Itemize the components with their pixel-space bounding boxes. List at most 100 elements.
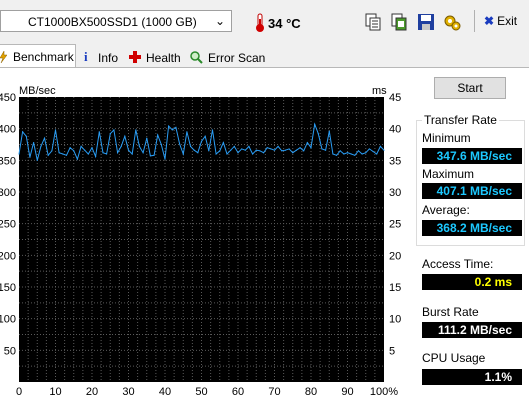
data-point [76,158,78,160]
exit-button[interactable]: ✖ Exit [484,14,517,28]
data-point [292,152,294,154]
right-tick-label: 45 [389,92,401,104]
data-point [303,150,305,152]
data-point [332,153,334,155]
data-point [208,150,210,152]
data-point [120,145,122,147]
access-time-value: 0.2 ms [422,274,522,290]
options-icon[interactable] [443,13,461,31]
data-point [288,148,290,150]
cpu-usage-value: 1.1% [422,369,522,385]
data-point [255,149,257,151]
left-axis-ticks: 450 400 350 300 250 200 150 100 50 [0,92,16,357]
drive-select-value: CT1000BX500SSD1 (1000 GB) [28,15,197,29]
data-point [98,131,100,133]
data-point [160,143,162,146]
data-point [65,154,68,156]
data-point [354,154,356,156]
left-axis-unit: MB/sec [19,85,56,97]
data-point [379,145,381,147]
data-point [321,148,323,150]
start-button[interactable]: Start [434,77,506,99]
data-point [372,150,374,153]
data-point [157,134,159,136]
exit-label: Exit [497,14,518,28]
magnifier-icon [190,51,203,64]
data-point [339,150,341,152]
tab-health[interactable]: Health [129,46,184,68]
data-point [361,153,363,155]
data-point [262,152,265,154]
tab-bar: Benchmark i Info Health Error Scan [0,44,529,68]
data-point [325,149,327,151]
x-tick-label: 60 [232,386,244,398]
tab-info[interactable]: i Info [84,46,124,68]
x-tick-label: 30 [122,386,134,398]
right-tick-label: 5 [389,345,395,357]
data-point [252,153,254,155]
data-point [95,155,97,158]
transfer-rate-chart: 45040035030025020015010050 4540353025201… [0,85,401,398]
burst-rate-label: Burst Rate [422,305,479,319]
data-point [62,153,64,155]
data-point [179,143,181,145]
data-point [244,149,246,151]
data-point [200,140,203,142]
data-point [204,135,206,137]
data-point [29,156,31,158]
data-point [237,152,239,154]
data-point [284,149,287,151]
data-point [54,129,57,131]
data-point [270,148,272,150]
data-point [222,142,224,144]
save-icon[interactable] [417,13,435,31]
data-point [230,149,232,151]
right-tick-label: 30 [389,187,401,199]
x-tick-label: 90 [341,386,353,398]
data-point [18,153,20,155]
data-point [116,152,119,154]
data-point [25,135,27,137]
tab-benchmark-label: Benchmark [13,50,74,64]
average-value: 368.2 MB/sec [422,220,522,236]
data-point [113,129,115,131]
minimum-value: 347.6 MB/sec [422,148,522,164]
data-point [106,153,108,155]
chevron-down-icon: ⌄ [214,14,225,28]
data-point [233,145,235,147]
data-point [299,147,301,149]
data-point [193,149,195,151]
left-tick-label: 50 [4,345,16,357]
copy-screenshot-icon[interactable] [390,13,408,31]
temperature-readout: 34 °C [268,16,301,31]
data-point [317,133,319,135]
left-tick-label: 450 [0,92,16,104]
right-tick-label: 35 [389,155,401,167]
data-point [328,130,330,132]
average-label: Average: [422,203,470,217]
data-point [273,149,276,151]
data-point [40,145,42,147]
x-axis-ticks: 0 10 20 30 40 50 60 70 80 90 100% [16,386,398,398]
data-point [33,142,35,144]
copy-text-icon[interactable] [364,13,382,31]
data-point [102,152,104,154]
data-point [219,150,221,152]
tab-error-scan[interactable]: Error Scan [190,46,266,68]
right-tick-label: 40 [389,124,401,136]
data-point [36,159,38,161]
tab-info-label: Info [98,51,119,65]
drive-select[interactable]: CT1000BX500SSD1 (1000 GB) ⌄ [0,10,232,32]
left-tick-label: 250 [0,219,16,231]
left-tick-label: 400 [0,124,16,136]
right-tick-label: 20 [389,250,401,262]
data-point [376,153,378,155]
tab-error-scan-label: Error Scan [208,51,266,65]
data-point [153,154,155,156]
left-tick-label: 100 [0,314,16,326]
data-point [189,145,192,147]
data-point [171,129,173,131]
data-point [142,152,144,154]
exit-icon: ✖ [484,14,495,28]
tab-benchmark[interactable]: Benchmark [0,44,76,68]
